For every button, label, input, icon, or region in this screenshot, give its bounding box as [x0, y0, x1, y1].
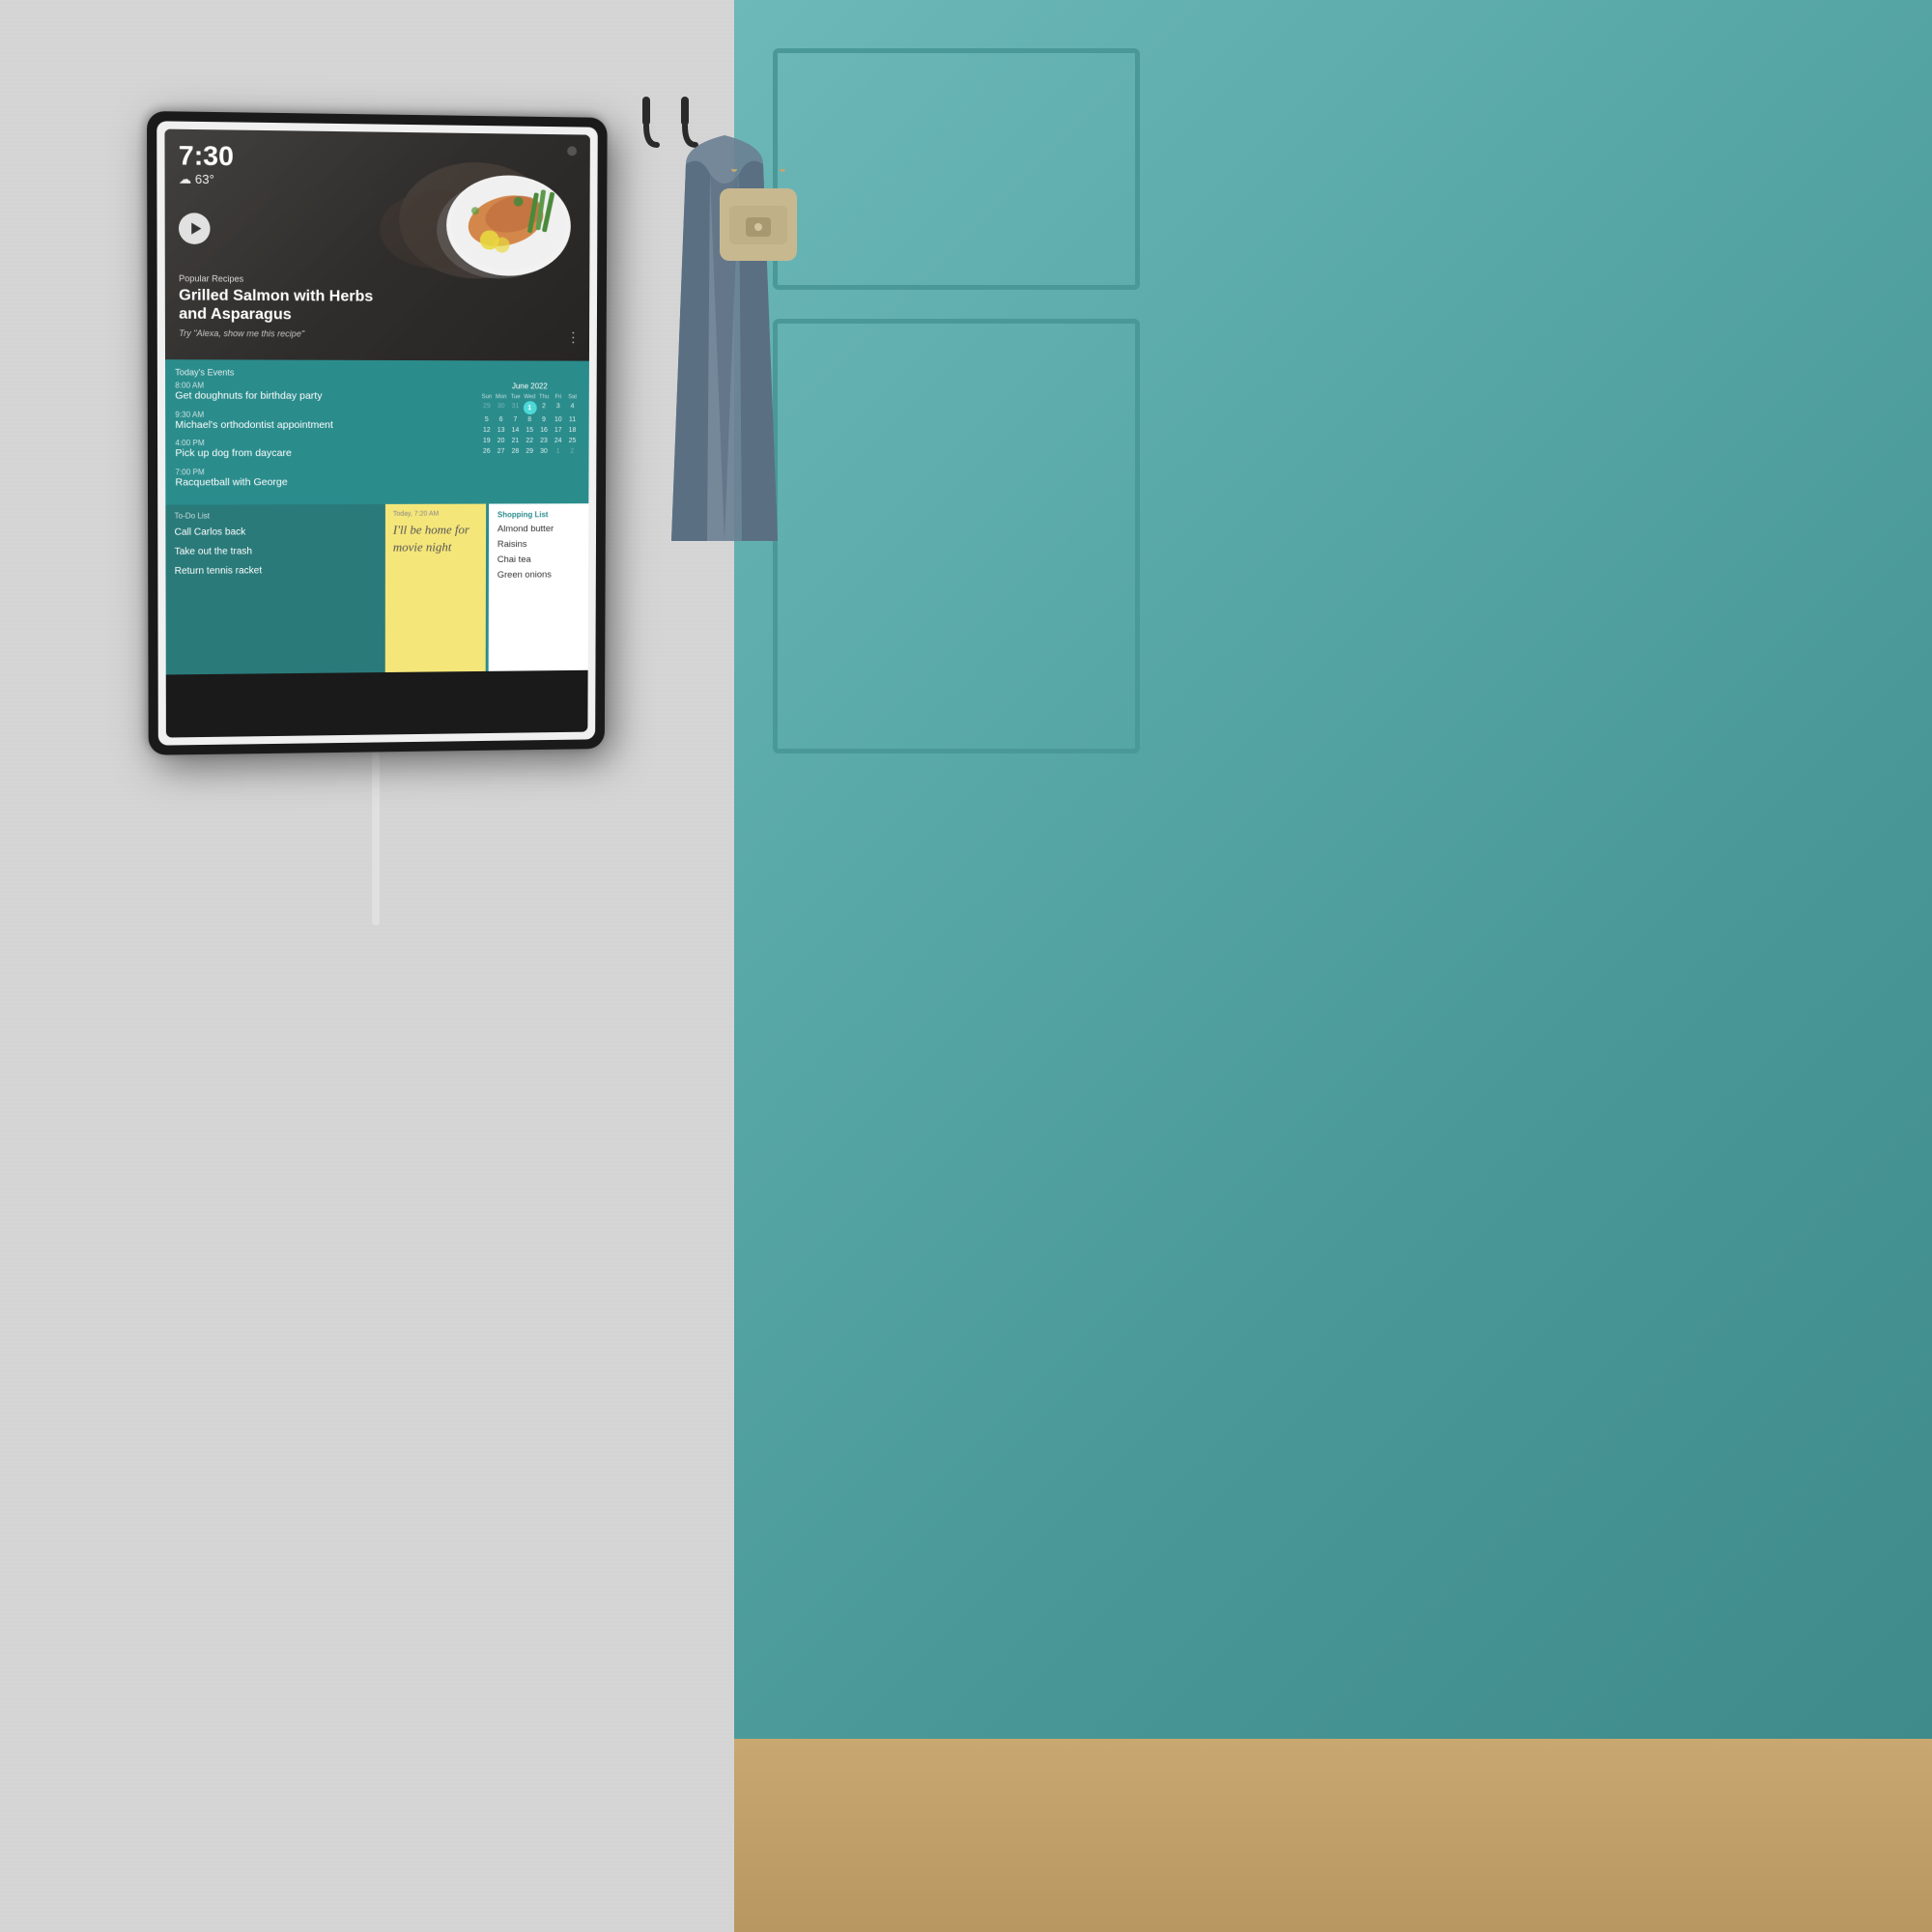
cal-day: 22: [523, 436, 537, 446]
cal-day: 25: [565, 436, 580, 446]
cal-day: 3: [551, 401, 565, 414]
cal-day: 16: [537, 425, 552, 436]
wall-right: [734, 0, 1932, 1932]
cal-day-today: 1: [523, 401, 536, 414]
cal-header-sun: Sun: [479, 393, 494, 401]
floor: [734, 1739, 1932, 1932]
shopping-item-4: Green onions: [497, 569, 580, 580]
recipe-category-label: Popular Recipes: [179, 273, 374, 285]
cal-day: 6: [494, 414, 508, 425]
cal-day: 1: [551, 446, 565, 457]
cal-day: 29: [479, 401, 494, 414]
cal-day: 5: [479, 414, 494, 425]
events-list: 8:00 AM Get doughnuts for birthday party…: [175, 381, 471, 497]
event-item-4: 7:00 PM Racquetball with George: [175, 468, 471, 490]
shopping-item-1: Almond butter: [497, 524, 581, 534]
cal-header-thu: Thu: [537, 393, 552, 401]
cal-day: 28: [508, 446, 523, 457]
recipe-hint: Try "Alexa, show me this recipe": [179, 328, 374, 339]
cal-day: 10: [551, 414, 565, 425]
cal-day: 15: [523, 425, 537, 436]
play-button[interactable]: [179, 213, 211, 244]
shopping-item-2: Raisins: [497, 538, 581, 549]
clock: 7:30: [179, 141, 234, 172]
weather: ☁ 63°: [179, 171, 234, 187]
bag: [715, 169, 802, 280]
cal-day: 12: [479, 425, 494, 436]
todo-widget-title: To-Do List: [175, 510, 377, 520]
cal-day: 2: [537, 401, 552, 414]
cal-header-fri: Fri: [551, 393, 565, 401]
event-item-2: 9:30 AM Michael's orthodontist appointme…: [175, 410, 471, 432]
cal-day: 20: [494, 436, 508, 446]
event-title-1: Get doughnuts for birthday party: [175, 390, 471, 404]
device-screen: 7:30 ☁ 63° Popular Recipes Grilled Salmo…: [164, 129, 589, 738]
event-title-4: Racquetball with George: [175, 476, 471, 490]
more-options-icon[interactable]: ⋮: [566, 329, 580, 346]
cal-day: 4: [565, 401, 580, 414]
sticky-timestamp: Today, 7:20 AM: [393, 510, 478, 517]
event-time-2: 9:30 AM: [175, 410, 471, 418]
event-title-2: Michael's orthodontist appointment: [175, 418, 471, 432]
cal-day: 30: [537, 446, 552, 457]
cal-day: 26: [479, 446, 494, 457]
calendar-content: 8:00 AM Get doughnuts for birthday party…: [175, 381, 580, 497]
todo-item-1: Call Carlos back: [175, 525, 377, 538]
recipe-info: Popular Recipes Grilled Salmon with Herb…: [179, 273, 374, 339]
cal-day: 19: [479, 436, 494, 446]
calendar-section: Today's Events 8:00 AM Get doughnuts for…: [165, 359, 589, 504]
cal-day: 17: [551, 425, 565, 436]
cal-day: 23: [537, 436, 552, 446]
calendar-month-label: June 2022: [479, 382, 580, 390]
todo-item-2: Take out the trash: [175, 544, 377, 557]
cal-day: 9: [537, 414, 552, 425]
device-bezel: 7:30 ☁ 63° Popular Recipes Grilled Salmo…: [156, 121, 598, 745]
calendar-section-title: Today's Events: [175, 367, 580, 378]
food-image: [427, 147, 581, 274]
calendar-grid: Sun Mon Tue Wed Thu Fri Sat 29 30 31 1: [479, 393, 580, 457]
cal-day: 13: [494, 425, 508, 436]
door-panel-top: [773, 48, 1140, 290]
play-icon: [191, 222, 201, 234]
cal-day: 11: [565, 414, 580, 425]
shopping-list-title: Shopping List: [497, 510, 581, 519]
time-display: 7:30 ☁ 63°: [179, 141, 234, 187]
cal-day: 31: [508, 401, 523, 414]
mini-calendar: June 2022 Sun Mon Tue Wed Thu Fri Sat 29: [479, 382, 580, 496]
cal-day: 24: [551, 436, 565, 446]
event-title-3: Pick up dog from daycare: [175, 447, 471, 461]
camera-dot: [567, 146, 577, 156]
widgets-row: To-Do List Call Carlos back Take out the…: [165, 503, 588, 674]
todo-widget[interactable]: To-Do List Call Carlos back Take out the…: [165, 503, 385, 674]
recipe-title: Grilled Salmon with Herbs and Asparagus: [179, 286, 374, 325]
cal-day: 7: [508, 414, 523, 425]
cal-day: 8: [523, 414, 537, 425]
cal-day: 14: [508, 425, 523, 436]
device-frame: 7:30 ☁ 63° Popular Recipes Grilled Salmo…: [147, 111, 608, 755]
cal-header-tue: Tue: [508, 393, 523, 401]
cal-header-mon: Mon: [494, 393, 508, 401]
cal-day: 21: [508, 436, 523, 446]
cal-day: 27: [494, 446, 508, 457]
cal-header-wed: Wed: [523, 393, 537, 401]
sticky-note-widget[interactable]: Today, 7:20 AM I'll be home for movie ni…: [385, 503, 486, 671]
power-cable: [372, 752, 380, 925]
hero-section[interactable]: 7:30 ☁ 63° Popular Recipes Grilled Salmo…: [164, 129, 589, 361]
cal-day: 2: [565, 446, 580, 457]
shopping-item-3: Chai tea: [497, 554, 581, 564]
shopping-list-widget[interactable]: Shopping List Almond butter Raisins Chai…: [486, 503, 589, 671]
sticky-text: I'll be home for movie night: [393, 521, 478, 556]
door-panel-bottom: [773, 319, 1140, 753]
cal-header-sat: Sat: [565, 393, 580, 401]
event-time-3: 4:00 PM: [175, 439, 471, 447]
event-item-3: 4:00 PM Pick up dog from daycare: [175, 439, 471, 461]
cal-day: 30: [494, 401, 508, 414]
todo-item-3: Return tennis racket: [175, 563, 377, 577]
cal-day: 29: [523, 446, 537, 457]
event-item-1: 8:00 AM Get doughnuts for birthday party: [175, 381, 471, 403]
cal-day: 18: [565, 425, 580, 436]
